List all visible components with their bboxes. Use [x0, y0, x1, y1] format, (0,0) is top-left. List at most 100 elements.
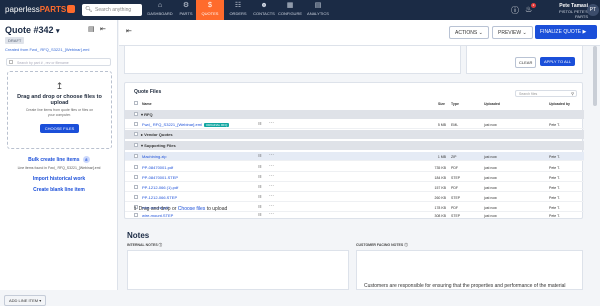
file-name[interactable]: wire-mount.STEP — [142, 213, 173, 218]
group-vendor-quotes[interactable]: ▸ Vendor Quotes — [125, 130, 584, 139]
create-line-item-icon[interactable]: ☷ — [258, 164, 262, 169]
notification-badge: 2 — [531, 3, 536, 8]
file-uploaded: just now — [484, 205, 497, 210]
create-line-item-icon[interactable]: ☷ — [258, 184, 262, 189]
app-logo[interactable]: paperlessPARTS — [5, 5, 76, 14]
dropzone-subtitle-2: your computer. — [47, 113, 72, 117]
add-line-item-button[interactable]: ADD LINE ITEM ▾ — [4, 295, 47, 306]
help-icon[interactable]: ⓘ — [511, 5, 519, 16]
create-line-item-icon[interactable]: ☷ — [258, 204, 262, 209]
collapse-left-icon[interactable]: ⇤ — [100, 25, 106, 33]
file-name[interactable]: PP-08470001.pdf — [142, 165, 173, 170]
import-historical-link[interactable]: Import historical work — [0, 176, 118, 182]
choose-files-link[interactable]: Choose files — [178, 206, 206, 212]
search-placeholder: Search anything — [95, 7, 132, 13]
group-rfq[interactable]: ▾ RFQ — [125, 110, 584, 119]
preview-label: PREVIEW — [498, 30, 522, 36]
more-actions-icon[interactable]: ⋯ — [269, 163, 274, 169]
clear-button[interactable]: CLEAR — [515, 57, 537, 68]
group-checkbox[interactable] — [134, 112, 138, 116]
bulk-create-link[interactable]: Bulk create line items 8 — [0, 156, 118, 163]
nav-label: ANALYTICS — [307, 11, 329, 16]
row-checkbox[interactable] — [134, 165, 138, 169]
nav-quotes[interactable]: $ QUOTES — [196, 0, 224, 20]
file-size: 184 KB — [434, 175, 446, 180]
table-row[interactable]: Machining.zip ☷ ⋯ 1 MB ZIP just now Pete… — [125, 152, 584, 161]
created-from-link[interactable]: Created from Fwd_ RFQ_S3221_[Webinar].em… — [5, 47, 89, 52]
table-row[interactable]: Fwd_ RFQ_S3221_[Webinar].eml ORIGINAL RFQ… — [125, 120, 584, 129]
nav-label: DASHBOARD — [147, 11, 173, 16]
line-items-found-text: Line items found in Fwd_ RFQ_S3221_[Webi… — [17, 166, 101, 170]
select-all-checkbox[interactable] — [9, 60, 13, 64]
nav-label: QUOTES — [201, 11, 219, 16]
nav-orders[interactable]: ☷ ORDERS — [224, 0, 252, 20]
actions-button[interactable]: ACTIONS ⌄ — [449, 26, 489, 39]
file-name[interactable]: PP-08470001.STEP — [142, 175, 178, 180]
more-actions-icon[interactable]: ⋯ — [269, 193, 274, 199]
preview-button[interactable]: PREVIEW ⌄ — [492, 26, 533, 39]
finalize-quote-button[interactable]: FINALIZE QUOTE ▶ — [535, 25, 597, 39]
group-checkbox[interactable] — [134, 143, 138, 147]
file-name[interactable]: Machining.zip — [142, 154, 166, 159]
select-all-files-checkbox[interactable] — [134, 101, 138, 105]
file-uploaded: just now — [484, 122, 497, 127]
more-actions-icon[interactable]: ⋯ — [269, 211, 274, 217]
table-row[interactable]: PP-08470001.pdf ☷ ⋯ 735 KB PDF just now … — [125, 163, 584, 172]
internal-notes-label: INTERNAL NOTES ⓘ — [127, 243, 162, 248]
file-type: PDF — [451, 185, 458, 190]
create-line-item-icon[interactable]: ☷ — [258, 153, 262, 158]
internal-notes-field[interactable] — [127, 250, 349, 290]
quote-title[interactable]: Quote #342 ▾ — [5, 25, 60, 35]
table-row[interactable]: PP-1212-066 (1).pdf ☷ ⋯ 157 KB PDF just … — [125, 183, 584, 192]
more-actions-icon[interactable]: ⋯ — [269, 183, 274, 189]
main-scrollbar[interactable] — [593, 46, 597, 106]
choose-files-button[interactable]: CHOOSE FILES — [39, 124, 80, 133]
row-checkbox[interactable] — [134, 213, 138, 217]
row-checkbox[interactable] — [134, 195, 138, 199]
file-type: STEP — [451, 213, 461, 218]
upload-icon: ↥ — [133, 206, 138, 212]
notes-icon[interactable]: ▤ — [88, 25, 95, 33]
row-checkbox[interactable] — [134, 154, 138, 158]
create-blank-link[interactable]: Create blank line item — [0, 187, 118, 193]
more-actions-icon[interactable]: ⋯ — [269, 173, 274, 179]
file-size: 735 KB — [434, 165, 446, 170]
apply-to-all-button[interactable]: APPLY TO ALL — [540, 57, 576, 66]
customer-notes-text: CUSTOMER FACING NOTES — [356, 243, 404, 247]
files-search-input[interactable]: Search files ⚲ — [515, 90, 577, 97]
add-line-item-label: ADD LINE ITEM — [9, 298, 39, 303]
col-uploaded: Uploaded — [484, 102, 500, 106]
row-checkbox[interactable] — [134, 175, 138, 179]
create-line-item-icon[interactable]: ☷ — [258, 174, 262, 179]
more-actions-icon[interactable]: ⋯ — [269, 203, 274, 209]
global-search-input[interactable]: 🔍︎ Search anything — [82, 4, 142, 16]
more-actions-icon[interactable]: ⋯ — [269, 120, 274, 126]
table-row[interactable]: PP-08470001.STEP ☷ ⋯ 184 KB STEP just no… — [125, 173, 584, 182]
nav-label: ORDERS — [229, 11, 247, 16]
table-row[interactable]: PP-1212-066.STEP ☷ ⋯ 260 KB STEP just no… — [125, 193, 584, 202]
contacts-icon: ☻ — [260, 2, 268, 9]
expand-panel-icon[interactable]: ⇤ — [126, 27, 132, 35]
row-checkbox[interactable] — [134, 122, 138, 126]
create-line-item-icon[interactable]: ☷ — [258, 121, 262, 126]
top-navbar: paperlessPARTS 🔍︎ Search anything ⌂ DASH… — [0, 0, 600, 20]
file-name[interactable]: PP-1212-066 (1).pdf — [142, 185, 178, 190]
files-dropzone[interactable]: ↥ Drag and drop or Choose files to uploa… — [133, 206, 227, 212]
nav-contacts[interactable]: ☻ CONTACTS — [250, 0, 278, 20]
file-name[interactable]: PP-1212-066.STEP — [142, 195, 177, 200]
nav-configure[interactable]: ▦ CONFIGURE — [276, 0, 304, 20]
file-dropzone[interactable]: ↥ Drag and drop or choose files to uploa… — [7, 71, 112, 149]
create-line-item-icon[interactable]: ☷ — [258, 194, 262, 199]
row-checkbox[interactable] — [134, 185, 138, 189]
more-actions-icon[interactable]: ⋯ — [269, 152, 274, 158]
line-item-search-input[interactable]: Search by part # , rev or filename — [6, 58, 111, 66]
create-line-item-icon[interactable]: ☷ — [258, 212, 262, 217]
avatar[interactable]: PT — [587, 4, 599, 16]
group-supporting-files[interactable]: ▾ Supporting Files — [125, 141, 584, 150]
file-name[interactable]: Fwd_ RFQ_S3221_[Webinar].eml — [142, 122, 202, 127]
nav-dashboard[interactable]: ⌂ DASHBOARD — [146, 0, 174, 20]
table-row[interactable]: wire-mount.STEP ☷ ⋯ 308 KB STEP just now… — [125, 211, 584, 220]
nav-analytics[interactable]: ▤ ANALYTICS — [304, 0, 332, 20]
group-checkbox[interactable] — [134, 132, 138, 136]
user-menu[interactable]: Pete Tamasi PISTOL PETE'S PARTS — [553, 3, 588, 19]
